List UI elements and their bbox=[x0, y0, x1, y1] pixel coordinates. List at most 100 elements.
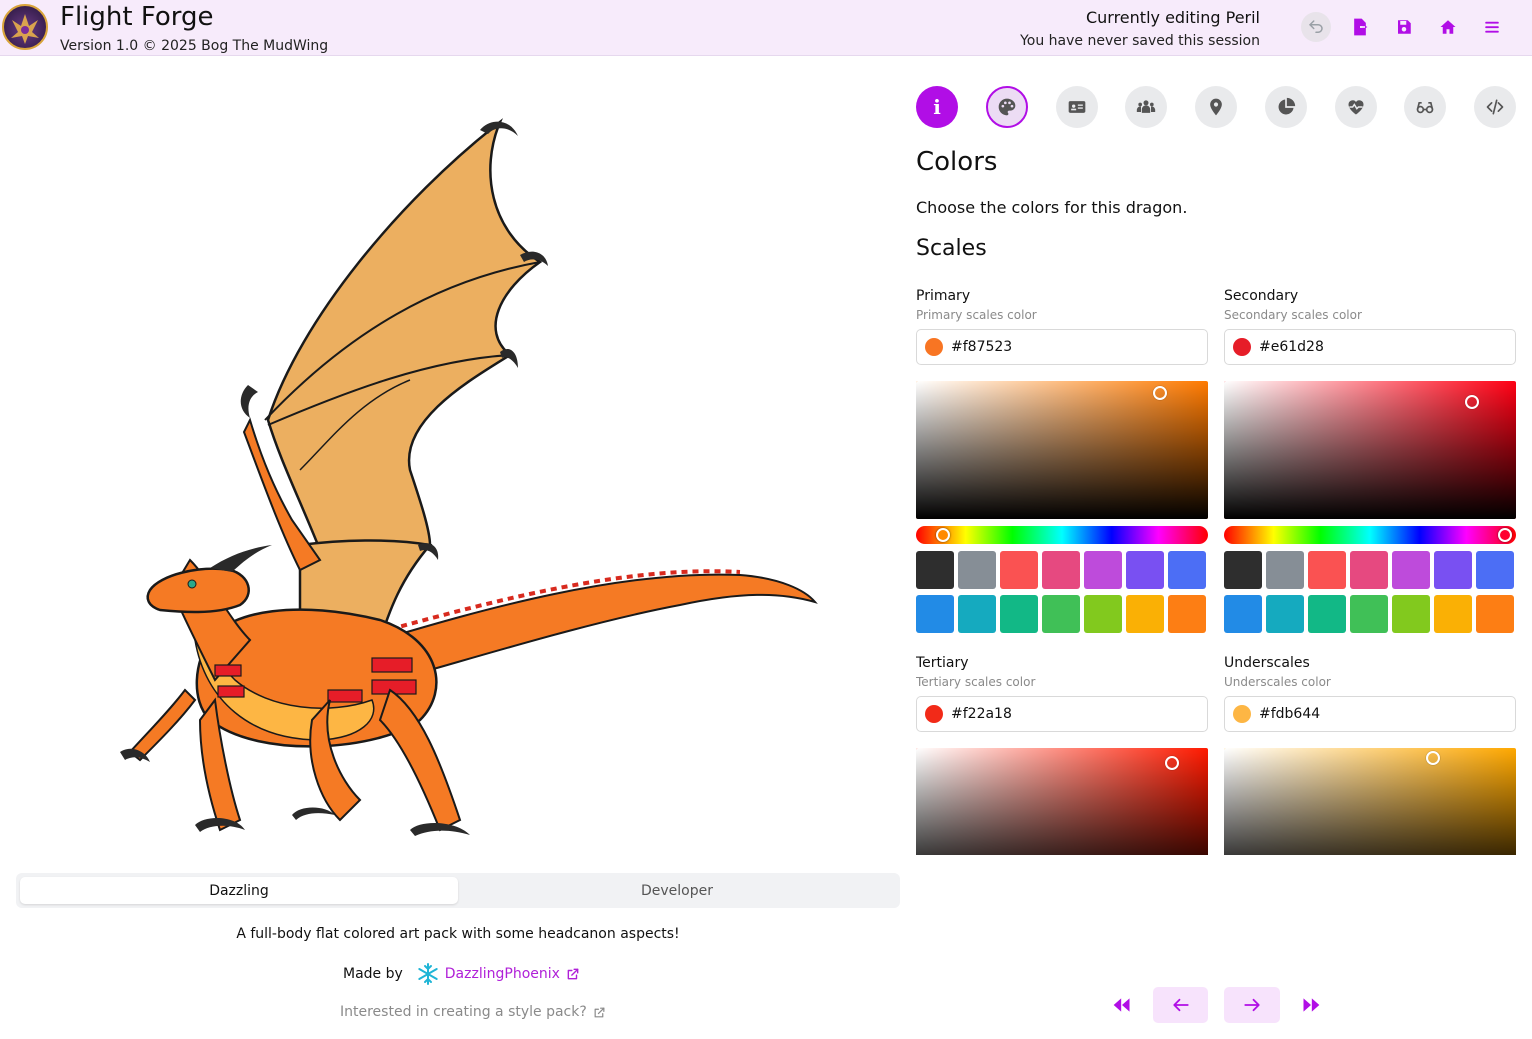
saturation-cursor[interactable] bbox=[1426, 751, 1440, 765]
swatch[interactable] bbox=[1084, 551, 1122, 589]
art-pack-description: A full-body flat colored art pack with s… bbox=[236, 926, 680, 942]
swatch[interactable] bbox=[1126, 595, 1164, 633]
section-title: Colors bbox=[916, 147, 998, 177]
tab-location[interactable] bbox=[1195, 86, 1237, 128]
last-section-button[interactable] bbox=[1295, 987, 1327, 1023]
swatch[interactable] bbox=[916, 595, 954, 633]
tab-dazzling[interactable]: Dazzling bbox=[20, 877, 458, 904]
home-button[interactable] bbox=[1433, 12, 1463, 42]
app-title: Flight Forge bbox=[60, 2, 214, 32]
swatch[interactable] bbox=[1476, 551, 1514, 589]
swatch[interactable] bbox=[1308, 595, 1346, 633]
tab-code[interactable] bbox=[1474, 86, 1516, 128]
saturation-cursor[interactable] bbox=[1465, 395, 1479, 409]
tertiary-color-picker: Tertiary Tertiary scales color #f22a18 bbox=[916, 655, 1208, 855]
swatch[interactable] bbox=[1308, 551, 1346, 589]
tab-developer[interactable]: Developer bbox=[458, 877, 896, 904]
next-section-button[interactable] bbox=[1224, 987, 1280, 1023]
undo-button[interactable] bbox=[1301, 12, 1331, 42]
dragon-preview bbox=[0, 56, 900, 866]
underscales-label: Underscales bbox=[1224, 655, 1310, 671]
swatch[interactable] bbox=[1266, 595, 1304, 633]
saturation-cursor[interactable] bbox=[1165, 756, 1179, 770]
swatch[interactable] bbox=[1084, 595, 1122, 633]
export-file-icon bbox=[1354, 18, 1368, 36]
color-preview-dot bbox=[925, 705, 943, 723]
menu-button[interactable] bbox=[1477, 12, 1507, 42]
author-link[interactable]: DazzlingPhoenix bbox=[445, 966, 560, 982]
app-logo bbox=[2, 4, 48, 50]
swatch[interactable] bbox=[1350, 551, 1388, 589]
tab-relationships[interactable] bbox=[1125, 86, 1167, 128]
hue-slider-thumb[interactable] bbox=[936, 528, 950, 542]
double-chevron-right-icon bbox=[1303, 998, 1320, 1012]
swatch[interactable] bbox=[1168, 595, 1206, 633]
swatch[interactable] bbox=[1350, 595, 1388, 633]
tab-appearance[interactable] bbox=[1404, 86, 1446, 128]
swatch[interactable] bbox=[1434, 551, 1472, 589]
map-pin-icon bbox=[1210, 98, 1222, 116]
app-version: Version 1.0 © 2025 Bog The MudWing bbox=[60, 38, 329, 54]
swatch[interactable] bbox=[1392, 551, 1430, 589]
tab-health[interactable] bbox=[1335, 86, 1377, 128]
underscales-color-picker: Underscales Underscales color #fdb644 bbox=[1224, 655, 1516, 855]
primary-hue-slider[interactable] bbox=[916, 526, 1208, 544]
hamburger-menu-icon bbox=[1485, 21, 1499, 33]
secondary-color-input[interactable]: #e61d28 bbox=[1224, 329, 1516, 365]
swatch[interactable] bbox=[1266, 551, 1304, 589]
primary-color-input[interactable]: #f87523 bbox=[916, 329, 1208, 365]
swatch[interactable] bbox=[1392, 595, 1430, 633]
secondary-hue-slider[interactable] bbox=[1224, 526, 1516, 544]
glasses-icon bbox=[1416, 102, 1434, 114]
tab-colors[interactable] bbox=[986, 86, 1028, 128]
tertiary-color-input[interactable]: #f22a18 bbox=[916, 696, 1208, 732]
style-pack-link[interactable]: Interested in creating a style pack? bbox=[340, 1004, 606, 1020]
heart-pulse-icon bbox=[1348, 100, 1364, 115]
save-icon bbox=[1398, 20, 1411, 34]
export-button[interactable] bbox=[1345, 12, 1375, 42]
primary-color-picker: Primary Primary scales color #f87523 bbox=[916, 288, 1208, 633]
tab-stats[interactable] bbox=[1265, 86, 1307, 128]
underscales-saturation-panel[interactable] bbox=[1224, 748, 1516, 855]
made-by-row: Made by DazzlingPhoenix bbox=[343, 962, 580, 986]
swatch[interactable] bbox=[1224, 595, 1262, 633]
tab-info[interactable]: i bbox=[916, 86, 958, 128]
art-pack-tabs: Dazzling Developer bbox=[16, 873, 900, 908]
primary-saturation-panel[interactable] bbox=[916, 381, 1208, 519]
swatch[interactable] bbox=[1476, 595, 1514, 633]
swatch[interactable] bbox=[916, 551, 954, 589]
primary-sublabel: Primary scales color bbox=[916, 308, 1037, 322]
id-card-icon bbox=[1068, 101, 1086, 113]
swatch[interactable] bbox=[1224, 551, 1262, 589]
external-link-icon bbox=[593, 1006, 606, 1019]
hue-slider-thumb[interactable] bbox=[1498, 528, 1512, 542]
underscales-color-input[interactable]: #fdb644 bbox=[1224, 696, 1516, 732]
people-icon bbox=[1136, 100, 1156, 113]
pie-chart-icon bbox=[1278, 97, 1296, 115]
previous-section-button[interactable] bbox=[1153, 987, 1208, 1023]
color-preview-dot bbox=[925, 338, 943, 356]
external-link-icon[interactable] bbox=[566, 967, 580, 981]
double-chevron-left-icon bbox=[1113, 998, 1130, 1012]
secondary-swatches bbox=[1224, 551, 1516, 633]
swatch[interactable] bbox=[958, 551, 996, 589]
swatch[interactable] bbox=[1042, 551, 1080, 589]
swatch[interactable] bbox=[958, 595, 996, 633]
swatch[interactable] bbox=[1126, 551, 1164, 589]
swatch[interactable] bbox=[1000, 595, 1038, 633]
secondary-saturation-panel[interactable] bbox=[1224, 381, 1516, 519]
arrow-left-icon bbox=[1172, 998, 1189, 1012]
primary-swatches bbox=[916, 551, 1208, 633]
swatch[interactable] bbox=[1168, 551, 1206, 589]
save-button[interactable] bbox=[1389, 12, 1419, 42]
tab-identity[interactable] bbox=[1056, 86, 1098, 128]
underscales-color-value: #fdb644 bbox=[1259, 706, 1321, 722]
saturation-cursor[interactable] bbox=[1153, 386, 1167, 400]
app-header: Flight Forge Version 1.0 © 2025 Bog The … bbox=[0, 0, 1532, 56]
swatch[interactable] bbox=[1000, 551, 1038, 589]
snowflake-icon bbox=[415, 961, 441, 987]
first-section-button[interactable] bbox=[1106, 987, 1138, 1023]
swatch[interactable] bbox=[1042, 595, 1080, 633]
swatch[interactable] bbox=[1434, 595, 1472, 633]
tertiary-saturation-panel[interactable] bbox=[916, 748, 1208, 855]
